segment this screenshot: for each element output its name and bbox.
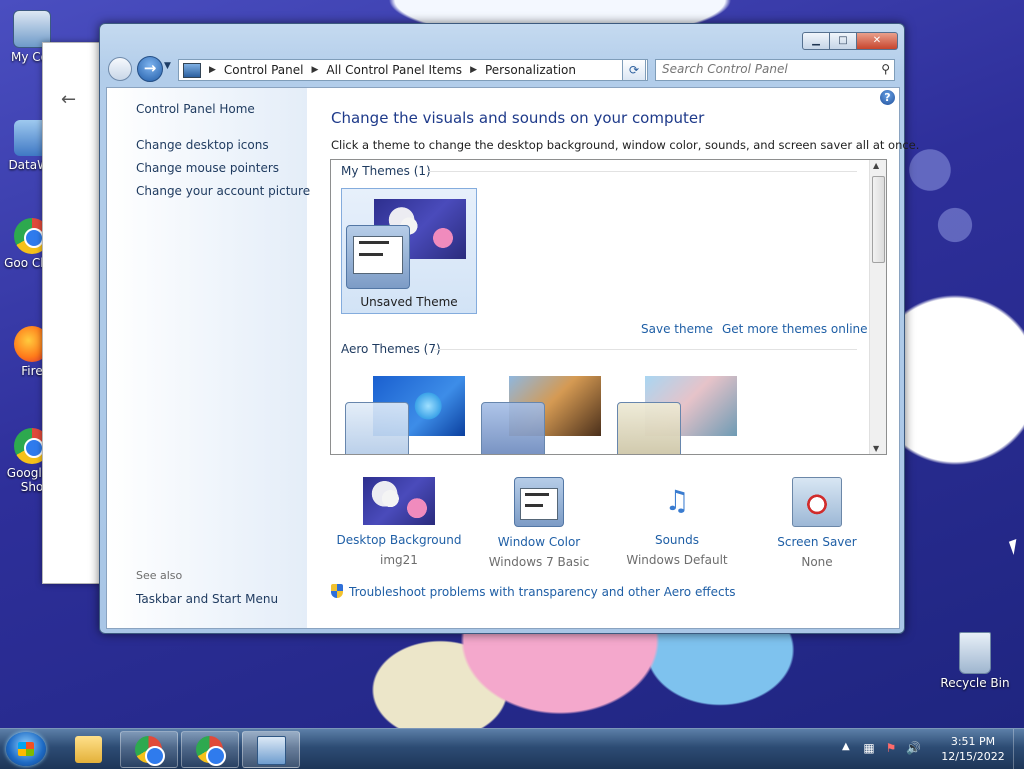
screen-saver-setting[interactable]: Screen Saver None bbox=[747, 477, 887, 569]
page-description: Click a theme to change the desktop back… bbox=[331, 138, 920, 152]
setting-value: img21 bbox=[380, 553, 418, 567]
window-color-chip bbox=[346, 225, 410, 289]
change-mouse-pointers-link[interactable]: Change mouse pointers bbox=[136, 161, 279, 175]
search-box[interactable]: ⚲ bbox=[655, 59, 895, 81]
content-area: Control Panel Home Change desktop icons … bbox=[106, 87, 919, 629]
taskbar-chrome-2[interactable] bbox=[181, 731, 239, 768]
control-panel-home-link[interactable]: Control Panel Home bbox=[136, 102, 255, 116]
breadcrumb-personalization[interactable]: Personalization bbox=[485, 63, 576, 77]
change-desktop-icons-link[interactable]: Change desktop icons bbox=[136, 138, 269, 152]
shield-icon bbox=[331, 584, 343, 598]
theme-list-scrollbar[interactable]: ▲ ▼ bbox=[869, 160, 886, 454]
group-divider bbox=[433, 349, 857, 350]
see-also-label: See also bbox=[136, 569, 183, 582]
control-panel-icon bbox=[183, 62, 201, 78]
taskbar-file-explorer[interactable] bbox=[60, 731, 118, 768]
recycle-bin-icon bbox=[959, 632, 991, 674]
window-color-icon bbox=[514, 477, 564, 527]
search-icon[interactable]: ⚲ bbox=[881, 62, 890, 76]
control-panel-icon bbox=[257, 736, 286, 765]
scroll-down-icon[interactable]: ▼ bbox=[873, 444, 879, 453]
desktop-background-icon bbox=[363, 477, 435, 525]
breadcrumb-separator-icon[interactable]: ▶ bbox=[209, 65, 216, 75]
desktop-icon-recycle-bin[interactable]: Recycle Bin bbox=[940, 632, 1010, 690]
navigation-bar: → ▼ ▶ Control Panel ▶ All Control Panel … bbox=[106, 55, 896, 83]
browser-back-icon[interactable]: ← bbox=[61, 89, 76, 110]
taskbar-control-panel[interactable] bbox=[242, 731, 300, 768]
breadcrumb-all-items[interactable]: All Control Panel Items bbox=[326, 63, 462, 77]
sounds-setting[interactable]: ♫ Sounds Windows Default bbox=[607, 477, 747, 567]
system-tray: ▲ ▦ ⚑ 🔊 3:51 PM 12/15/2022 bbox=[834, 729, 1024, 769]
my-themes-heading: My Themes (1) bbox=[341, 164, 431, 178]
page-title: Change the visuals and sounds on your co… bbox=[331, 109, 705, 127]
window-color-chip bbox=[617, 402, 681, 454]
show-desktop-button[interactable] bbox=[1013, 729, 1024, 769]
search-input[interactable] bbox=[656, 60, 872, 78]
forward-button[interactable]: → bbox=[137, 56, 163, 82]
setting-label[interactable]: Screen Saver bbox=[747, 535, 887, 549]
clock-time: 3:51 PM bbox=[950, 735, 996, 748]
breadcrumb-control-panel[interactable]: Control Panel bbox=[224, 63, 304, 77]
mouse-cursor-icon bbox=[1008, 539, 1022, 555]
chrome-icon bbox=[196, 736, 226, 766]
clock-date: 12/15/2022 bbox=[941, 750, 1005, 763]
maximize-button[interactable]: □ bbox=[830, 32, 857, 50]
window-color-chip bbox=[345, 402, 409, 454]
setting-value: Windows 7 Basic bbox=[488, 555, 590, 569]
start-button[interactable] bbox=[6, 732, 46, 766]
setting-label[interactable]: Window Color bbox=[469, 535, 609, 549]
setting-label[interactable]: Sounds bbox=[607, 533, 747, 547]
troubleshoot-row: Troubleshoot problems with transparency … bbox=[331, 584, 736, 599]
setting-value: Windows Default bbox=[626, 553, 728, 567]
setting-label[interactable]: Desktop Background bbox=[329, 533, 469, 547]
change-account-picture-link[interactable]: Change your account picture bbox=[136, 184, 310, 198]
desktop-icon-label: Recycle Bin bbox=[940, 676, 1010, 690]
window-color-chip bbox=[481, 402, 545, 454]
left-task-pane: Control Panel Home Change desktop icons … bbox=[107, 88, 310, 628]
back-button[interactable] bbox=[108, 57, 132, 81]
taskbar-start-menu-link[interactable]: Taskbar and Start Menu bbox=[136, 592, 278, 606]
aero-themes-heading: Aero Themes (7) bbox=[341, 342, 441, 356]
volume-icon[interactable]: 🔊 bbox=[906, 741, 921, 755]
help-icon[interactable]: ? bbox=[880, 90, 895, 105]
breadcrumb-separator-icon[interactable]: ▶ bbox=[312, 65, 319, 75]
desktop-background-setting[interactable]: Desktop Background img21 bbox=[329, 477, 469, 567]
recent-pages-dropdown-icon[interactable]: ▼ bbox=[164, 61, 171, 71]
theme-name: Unsaved Theme bbox=[360, 295, 458, 309]
save-theme-link[interactable]: Save theme bbox=[641, 322, 713, 336]
address-bar[interactable]: ▶ Control Panel ▶ All Control Panel Item… bbox=[178, 59, 648, 81]
theme-unsaved[interactable]: Unsaved Theme bbox=[341, 188, 477, 314]
clock[interactable]: 3:51 PM 12/15/2022 bbox=[938, 734, 1008, 764]
group-divider bbox=[427, 171, 857, 172]
show-hidden-icons-icon[interactable]: ▲ bbox=[842, 741, 850, 752]
personalization-window: ▁ □ ✕ → ▼ ▶ Control Panel ▶ All Control … bbox=[99, 23, 919, 634]
refresh-button[interactable]: ⟳ bbox=[622, 59, 646, 81]
theme-architecture[interactable] bbox=[477, 366, 611, 454]
sounds-icon: ♫ bbox=[664, 484, 690, 517]
screen-saver-icon bbox=[792, 477, 842, 527]
close-button[interactable]: ✕ bbox=[857, 32, 898, 50]
network-icon[interactable]: ▦ bbox=[862, 741, 876, 755]
scroll-up-icon[interactable]: ▲ bbox=[873, 161, 879, 170]
action-center-icon[interactable]: ⚑ bbox=[884, 741, 898, 755]
setting-value: None bbox=[801, 555, 833, 569]
troubleshoot-link[interactable]: Troubleshoot problems with transparency … bbox=[349, 585, 736, 599]
get-more-themes-link[interactable]: Get more themes online bbox=[722, 322, 868, 336]
desktop-icon-label: Fire bbox=[21, 364, 43, 378]
theme-windows-7[interactable] bbox=[341, 366, 475, 454]
taskbar: ▲ ▦ ⚑ 🔊 3:51 PM 12/15/2022 bbox=[0, 728, 1024, 769]
file-explorer-icon bbox=[75, 736, 102, 763]
breadcrumb-separator-icon[interactable]: ▶ bbox=[470, 65, 477, 75]
window-controls: ▁ □ ✕ bbox=[802, 32, 898, 50]
theme-nature[interactable] bbox=[613, 366, 747, 454]
window-color-setting[interactable]: Window Color Windows 7 Basic bbox=[469, 477, 609, 569]
theme-list[interactable]: My Themes (1) Unsaved Theme Save theme G… bbox=[330, 159, 887, 455]
minimize-button[interactable]: ▁ bbox=[802, 32, 830, 50]
scrollbar-thumb[interactable] bbox=[872, 176, 885, 263]
chrome-icon bbox=[135, 736, 165, 766]
taskbar-chrome-1[interactable] bbox=[120, 731, 178, 768]
